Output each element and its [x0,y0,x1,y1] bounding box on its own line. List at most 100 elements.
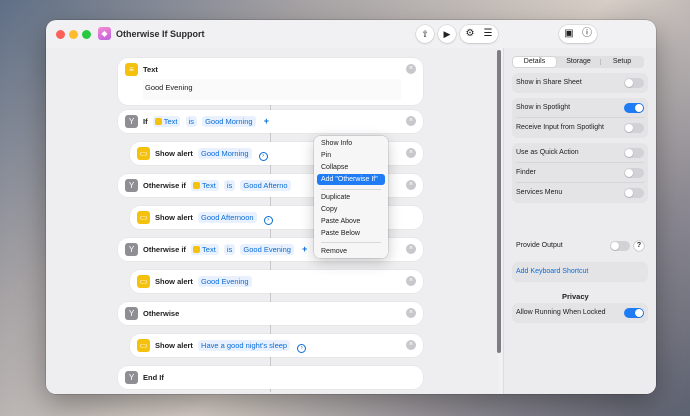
message-token[interactable]: Have a good night's sleep [198,340,291,351]
inspector-panel: Details Storage Setup Show in Share Shee… [504,48,656,394]
branch-icon: Y [125,371,138,384]
setting-label: Receive Input from Spotlight [516,124,604,131]
use-as-quick-action-toggle[interactable] [624,148,644,158]
remove-action-button[interactable]: × [406,340,416,350]
end-if-action[interactable]: Y End If [118,366,423,389]
menu-item-remove[interactable]: Remove [317,246,385,257]
services-menu-toggle[interactable] [624,188,644,198]
allow-running-when-locked-toggle[interactable] [624,308,644,318]
setting-row: Use as Quick Action [512,143,648,163]
share-button[interactable]: ⇧ [416,25,434,43]
setting-label: Show in Share Sheet [516,79,582,86]
menu-item-copy[interactable]: Copy [317,204,385,215]
operator-token[interactable]: is [223,244,236,255]
value-token[interactable]: Good Afterno [240,180,291,191]
remove-action-button[interactable]: × [406,244,416,254]
setting-row: Services Menu [512,183,648,203]
if-action[interactable]: Y If Text is Good Morning + × [118,110,423,133]
remove-action-button[interactable]: × [406,180,416,190]
show-in-share-sheet-toggle[interactable] [624,78,644,88]
text-content-field[interactable]: Good Evening [143,79,401,100]
text-variable-icon [154,118,162,125]
remove-action-button[interactable]: × [406,116,416,126]
value-token[interactable]: Good Evening [240,244,294,255]
branch-icon: Y [125,179,138,192]
remove-action-button[interactable]: × [406,148,416,158]
text-icon: ≡ [125,63,138,76]
menu-item-pin[interactable]: Pin [317,150,385,161]
provide-output-group: Provide Output ? [512,236,648,256]
action-keyword: If [143,117,148,126]
gear-icon[interactable]: ⚙ [461,25,479,43]
operator-token[interactable]: is [185,116,197,127]
add-keyboard-shortcut-link[interactable]: Add Keyboard Shortcut [516,262,588,282]
setting-row: Show in Spotlight [512,98,648,118]
chevron-right-icon[interactable]: › [297,344,307,353]
action-keyword: Show alert [155,149,193,158]
quick-action-group: Use as Quick Action Finder Services Menu [512,143,648,203]
action-keyword: Otherwise [143,309,180,318]
setting-label: Services Menu [516,189,563,196]
action-keyword: Otherwise if [143,181,186,190]
menu-item-paste-below[interactable]: Paste Below [317,228,385,239]
variable-name: Text [202,245,216,254]
menu-item-show-info[interactable]: Show Info [317,138,385,149]
minimize-window-button[interactable] [69,30,78,39]
menu-item-duplicate[interactable]: Duplicate [317,192,385,203]
zoom-window-button[interactable] [82,30,91,39]
scrollbar-thumb[interactable] [497,50,501,353]
remove-action-button[interactable]: × [406,276,416,286]
library-icon[interactable]: ☰ [479,25,497,43]
variable-token[interactable]: Text [191,180,219,191]
receive-input-from-spotlight-toggle[interactable] [624,123,644,133]
remove-action-button[interactable]: × [406,64,416,74]
alert-icon: ▭ [137,339,150,352]
window-title: Otherwise If Support [116,29,205,39]
close-window-button[interactable] [56,30,65,39]
menu-item-add-otherwise-if[interactable]: Add "Otherwise If" [317,174,385,185]
chevron-right-icon[interactable]: › [263,216,273,225]
show-in-spotlight-toggle[interactable] [624,103,644,113]
spotlight-group: Show in Spotlight Receive Input from Spo… [512,98,648,138]
message-token[interactable]: Good Evening [198,276,252,287]
text-action[interactable]: ≡ Text × Good Evening [118,58,423,105]
chevron-right-icon[interactable]: › [258,152,268,161]
help-button[interactable]: ? [634,241,644,251]
remove-action-button[interactable]: × [406,308,416,318]
shortcut-editor-window: ◆ Otherwise If Support ⇧ ▶ ⚙ ☰ ▣ ⓘ ≡ Tex… [46,20,656,394]
message-token[interactable]: Good Morning [198,148,252,159]
otherwise-action[interactable]: Y Otherwise × [118,302,423,325]
privacy-group: Allow Running When Locked [512,303,648,323]
value-token[interactable]: Good Morning [202,116,256,127]
variable-name: Text [202,181,216,190]
keyboard-shortcut-group: Add Keyboard Shortcut [512,262,648,282]
text-variable-icon [193,182,201,189]
share-icon: ⇧ [421,29,429,39]
show-alert-action[interactable]: ▭ Show alert Have a good night's sleep ›… [130,334,423,357]
setting-label: Allow Running When Locked [516,309,606,316]
finder-toggle[interactable] [624,168,644,178]
tab-storage[interactable]: Storage [557,57,600,67]
setting-row: Finder [512,163,648,183]
provide-output-toggle[interactable] [610,241,630,251]
run-button[interactable]: ▶ [438,25,456,43]
menu-item-paste-above[interactable]: Paste Above [317,216,385,227]
operator-token[interactable]: is [223,180,236,191]
alert-icon: ▭ [137,211,150,224]
variable-token[interactable]: Text [191,244,219,255]
menu-item-collapse[interactable]: Collapse [317,162,385,173]
variable-token[interactable]: Text [152,116,181,127]
tab-setup[interactable]: Setup [601,57,643,67]
clipboard-icon[interactable]: ▣ [560,25,578,43]
info-icon[interactable]: ⓘ [578,25,596,43]
show-alert-action[interactable]: ▭ Show alert Good Evening × [130,270,423,293]
tab-details[interactable]: Details [513,57,556,67]
setting-row: Receive Input from Spotlight [512,118,648,138]
editor-scrollbar[interactable] [496,48,502,392]
message-token[interactable]: Good Afternoon [198,212,257,223]
play-icon: ▶ [443,29,451,39]
add-condition-button[interactable]: + [302,244,307,254]
context-menu: Show Info Pin Collapse Add "Otherwise If… [314,136,388,258]
setting-label: Use as Quick Action [516,149,579,156]
add-condition-button[interactable]: + [264,116,269,126]
